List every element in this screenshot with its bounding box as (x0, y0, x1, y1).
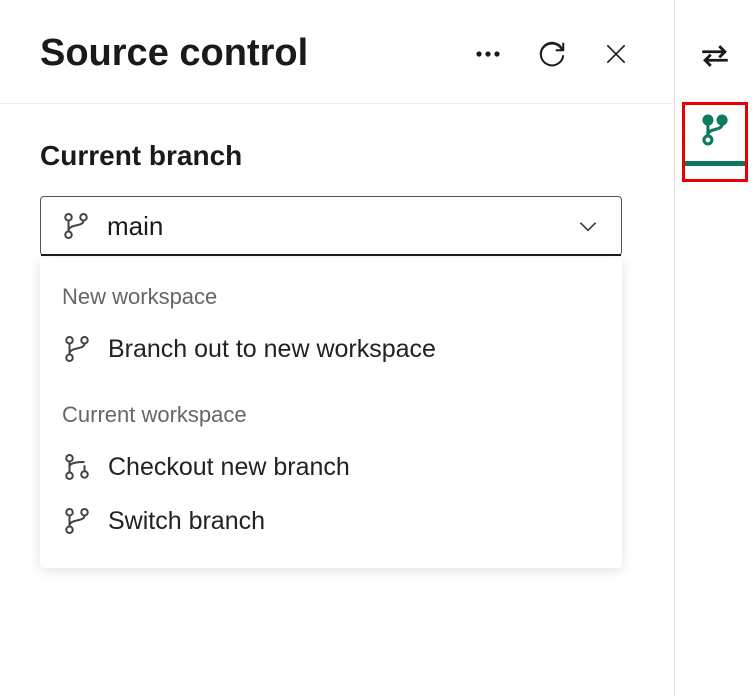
branch-icon (62, 506, 92, 536)
dropdown-item-branch-out[interactable]: Branch out to new workspace (40, 322, 622, 376)
dropdown-separator (40, 376, 622, 394)
dropdown-item-checkout-new[interactable]: Checkout new branch (40, 440, 622, 494)
rail-active-indicator (683, 161, 745, 166)
close-icon (603, 41, 629, 67)
refresh-button[interactable] (534, 36, 570, 72)
more-button[interactable] (470, 36, 506, 72)
rail-source-control-button[interactable] (693, 108, 737, 152)
branch-dropdown-menu: New workspace Branch out to new workspac… (40, 258, 622, 568)
dropdown-item-label: Switch branch (108, 507, 265, 536)
dropdown-item-switch-branch[interactable]: Switch branch (40, 494, 622, 548)
branch-icon (62, 334, 92, 364)
dropdown-group-new-workspace: New workspace (40, 276, 622, 322)
sync-arrows-icon (698, 39, 732, 73)
source-control-panel: Source control (0, 0, 675, 696)
dropdown-item-label: Checkout new branch (108, 453, 350, 482)
branch-dropdown[interactable]: main (40, 196, 622, 256)
ellipsis-icon (475, 50, 501, 58)
right-rail (675, 0, 754, 696)
close-button[interactable] (598, 36, 634, 72)
refresh-icon (537, 39, 567, 69)
branch-dropdown-value: main (107, 211, 559, 242)
panel-header: Source control (0, 0, 674, 104)
dropdown-item-label: Branch out to new workspace (108, 335, 436, 364)
branch-icon (698, 113, 732, 147)
branch-plus-icon (62, 452, 92, 482)
branch-icon (61, 211, 91, 241)
header-actions (470, 36, 634, 72)
chevron-down-icon (575, 213, 601, 239)
current-branch-label: Current branch (40, 140, 634, 172)
rail-sync-button[interactable] (693, 34, 737, 78)
panel-content: Current branch main New workspace (0, 104, 674, 604)
dropdown-group-current-workspace: Current workspace (40, 394, 622, 440)
page-title: Source control (40, 32, 470, 75)
